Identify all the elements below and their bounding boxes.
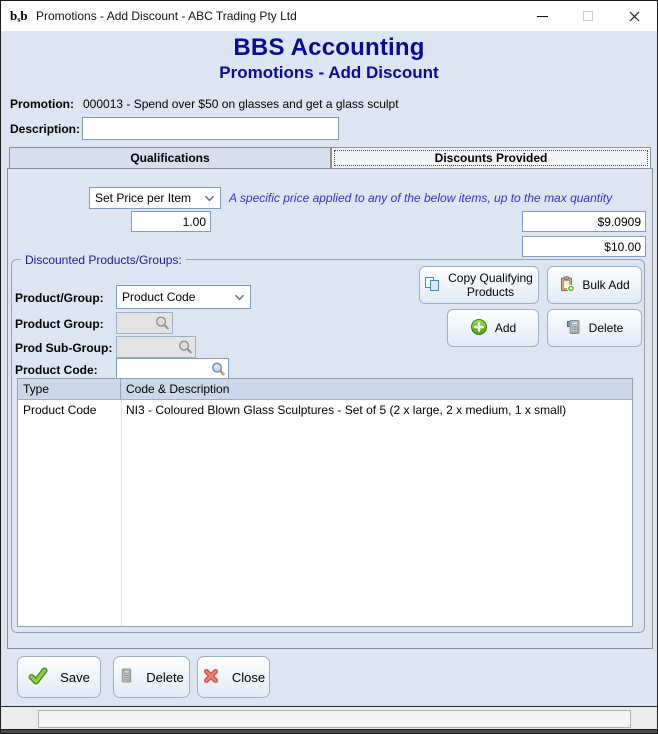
price-type-selected-value: Set Price per Item (95, 191, 191, 205)
status-message-area (38, 710, 631, 728)
add-icon (470, 318, 488, 339)
button-label: Delete (146, 670, 184, 685)
maximize-icon (583, 11, 593, 21)
close-window-button[interactable] (611, 1, 657, 31)
window-bottom-edge (1, 729, 657, 733)
prod-sub-group-field (116, 336, 196, 358)
delete-icon (119, 667, 134, 687)
product-group-field-label: Product Group: (15, 317, 104, 331)
status-bar (1, 706, 657, 731)
svg-text:bsb: bsb (10, 8, 28, 24)
promotions-add-discount-window: bsb Promotions - Add Discount - ABC Trad… (0, 0, 658, 734)
add-button[interactable]: Add (447, 309, 539, 347)
maximize-button (565, 1, 611, 31)
copy-icon (424, 276, 440, 295)
promotion-label: Promotion: (10, 97, 74, 111)
bbs-app-logo-icon: bsb (9, 7, 29, 25)
product-group-field (116, 312, 173, 334)
close-x-icon (202, 667, 220, 688)
close-window-icon (629, 11, 640, 22)
copy-qualifying-products-button[interactable]: Copy Qualifying Products (419, 266, 539, 304)
table-body: Product Code NI3 - Coloured Blown Glass … (18, 400, 632, 626)
window-controls (519, 1, 657, 31)
product-group-input (117, 316, 154, 330)
delete-product-button[interactable]: Delete (547, 309, 642, 347)
button-label: Close (232, 670, 265, 685)
bulk-add-button[interactable]: Bulk Add (547, 266, 642, 304)
table-header-code-description: Code & Description (121, 379, 632, 399)
description-input[interactable] (82, 117, 339, 140)
discounted-products-table: Type Code & Description Product Code NI3… (17, 378, 633, 627)
discounted-products-group-title: Discounted Products/Groups: (21, 253, 186, 267)
page-title: Promotions - Add Discount (1, 63, 657, 83)
product-group-selected-value: Product Code (122, 290, 195, 304)
table-header-type: Type (18, 379, 121, 399)
search-icon (154, 315, 171, 332)
product-group-select[interactable]: Product Code (116, 285, 251, 309)
title-bar: bsb Promotions - Add Discount - ABC Trad… (1, 1, 657, 31)
clipboard-add-icon (559, 276, 575, 295)
prod-sub-group-label: Prod Sub-Group: (15, 341, 112, 355)
cell-code-description: NI3 - Coloured Blown Glass Sculptures - … (121, 400, 632, 421)
promotion-value: 000013 - Spend over $50 on glasses and g… (83, 97, 399, 111)
table-row[interactable]: Product Code NI3 - Coloured Blown Glass … (18, 400, 632, 421)
product-group-select-label: Product/Group: (15, 291, 104, 305)
product-code-input[interactable] (117, 362, 210, 376)
close-button[interactable]: Close (197, 656, 270, 698)
minimize-button[interactable] (519, 1, 565, 31)
save-button[interactable]: Save (17, 656, 101, 698)
search-icon (177, 339, 194, 356)
prod-sub-group-input (117, 340, 177, 354)
minimize-icon (537, 16, 548, 17)
cell-type: Product Code (18, 400, 121, 421)
price-inc-input[interactable] (522, 236, 646, 257)
save-check-icon (28, 666, 48, 689)
delete-button[interactable]: Delete (113, 656, 190, 698)
delete-icon (566, 319, 582, 338)
app-title: BBS Accounting (1, 34, 657, 62)
max-discount-qty-input[interactable] (131, 211, 211, 232)
price-type-select[interactable]: Set Price per Item (89, 187, 221, 209)
window-title: Promotions - Add Discount - ABC Trading … (36, 9, 297, 23)
button-label: Bulk Add (582, 278, 629, 292)
tab-qualifications[interactable]: Qualifications (9, 147, 331, 169)
price-ex-input[interactable] (522, 211, 646, 232)
button-label: Copy Qualifying Products (447, 271, 534, 300)
product-code-label: Product Code: (15, 363, 98, 377)
button-label: Delete (589, 321, 624, 335)
product-code-field (116, 358, 229, 380)
column-divider (121, 400, 122, 626)
button-label: Save (60, 670, 90, 685)
chevron-down-icon (234, 294, 245, 301)
price-type-hint: A specific price applied to any of the b… (229, 191, 612, 205)
tab-discounts-provided[interactable]: Discounts Provided (331, 147, 651, 169)
table-header-row: Type Code & Description (18, 379, 632, 400)
product-code-search-icon[interactable] (210, 361, 227, 378)
chevron-down-icon (204, 195, 215, 202)
button-label: Add (495, 321, 516, 335)
description-label: Description: (10, 122, 80, 136)
